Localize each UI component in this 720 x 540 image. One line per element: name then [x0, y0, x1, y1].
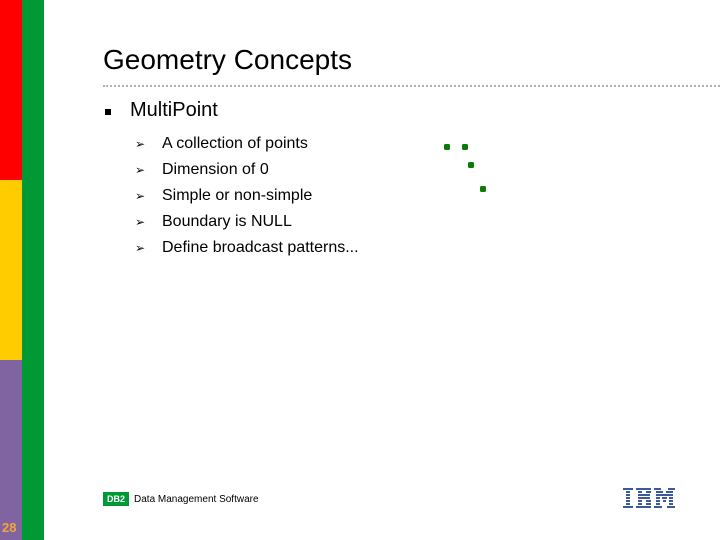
footer-product-name: Data Management Software — [134, 493, 259, 505]
point-marker — [444, 144, 450, 150]
point-marker — [468, 162, 474, 168]
multipoint-illustration — [444, 144, 486, 192]
db2-badge: DB2 — [103, 492, 130, 506]
ibm-logo-icon — [623, 488, 675, 508]
point-marker — [462, 144, 468, 150]
point-marker — [480, 186, 486, 192]
footer-brand: DB2 Data Management Software — [103, 492, 259, 506]
